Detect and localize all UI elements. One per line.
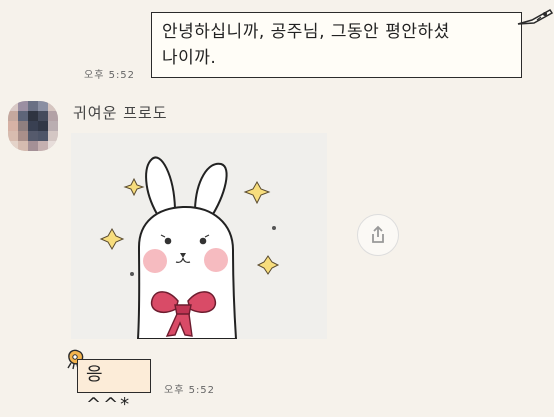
share-button[interactable] <box>357 214 399 256</box>
pen-doodle-icon <box>517 9 554 25</box>
sticker-image[interactable] <box>71 133 327 340</box>
incoming-message-group: 응 ^^* <box>60 347 180 415</box>
chat-screen: 안녕하십니까, 공주님, 그동안 평안하셨 나이까. 오후 5:52 귀여운 프… <box>0 0 554 417</box>
incoming-message-bubble[interactable]: 응 ^^* <box>77 359 151 415</box>
share-icon <box>372 225 384 243</box>
incoming-message-text: 응 ^^* <box>86 364 132 415</box>
outgoing-message-time: 오후 5:52 <box>84 70 136 81</box>
outgoing-message-bubble[interactable]: 안녕하십니까, 공주님, 그동안 평안하셨 나이까. <box>151 12 522 78</box>
incoming-message-time: 오후 5:52 <box>164 385 216 396</box>
outgoing-message-line-2: 나이까. <box>162 48 217 68</box>
rabbit-with-bow-sticker-icon <box>99 156 280 340</box>
sender-name: 귀여운 프로도 <box>73 104 168 122</box>
outgoing-message-line-1: 안녕하십니까, 공주님, 그동안 평안하셨 <box>162 22 450 42</box>
avatar[interactable] <box>8 101 58 151</box>
